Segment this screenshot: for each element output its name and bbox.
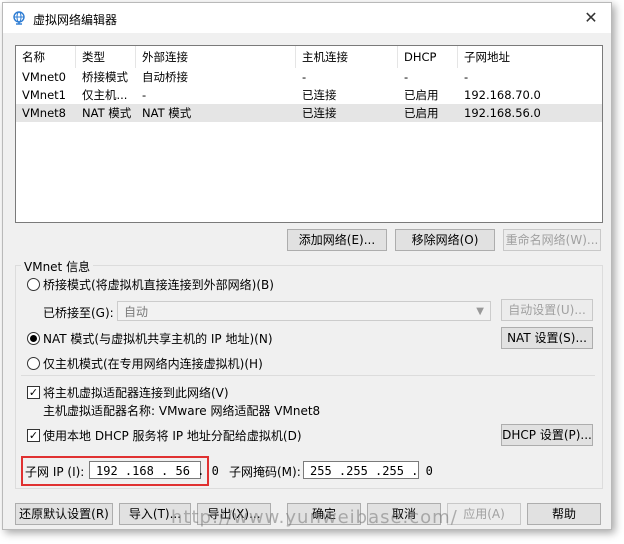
cell-subnet: - (464, 70, 469, 84)
bridged-to-select[interactable]: 自动 ▼ (117, 301, 491, 321)
list-header: 名称 类型 外部连接 主机连接 DHCP 子网地址 (16, 46, 602, 68)
virtual-network-editor-window: 虚拟网络编辑器 ✕ 名称 类型 外部连接 主机连接 DHCP 子网地址 VMne… (2, 2, 612, 530)
cell-external: 自动桥接 (142, 70, 188, 84)
subnet-ip-label: 子网 IP (I): (25, 465, 85, 479)
column-header-name[interactable]: 名称 (16, 46, 76, 68)
hostonly-radio[interactable] (27, 357, 40, 370)
subnet-mask-label: 子网掩码(M): (229, 465, 301, 479)
window-title: 虚拟网络编辑器 (33, 13, 118, 27)
nat-label[interactable]: NAT 模式(与虚拟机共享主机的 IP 地址)(N) (43, 330, 273, 347)
cell-external: - (142, 88, 147, 102)
subnet-ip-input[interactable]: 192 .168 . 56 . 0 (89, 461, 219, 479)
bridged-label[interactable]: 桥接模式(将虚拟机直接连接到外部网络)(B) (43, 276, 274, 293)
dhcp-settings-button[interactable]: DHCP 设置(P)... (501, 424, 593, 446)
cell-dhcp: 已启用 (404, 106, 439, 120)
watermark-text: http://www.yunweibase.com/ (171, 507, 458, 528)
bridged-radio[interactable] (27, 278, 40, 291)
title-bar: 虚拟网络编辑器 ✕ (3, 3, 611, 33)
cell-host: - (302, 70, 307, 84)
cell-type: NAT 模式 (82, 106, 132, 120)
column-header-subnet[interactable]: 子网地址 (458, 46, 602, 68)
vmnet-info-legend: VMnet 信息 (21, 258, 94, 275)
network-list[interactable]: 名称 类型 外部连接 主机连接 DHCP 子网地址 VMnet0 桥接模式 自动… (15, 45, 603, 223)
restore-defaults-button[interactable]: 还原默认设置(R) (15, 503, 113, 525)
cell-type: 仅主机... (82, 88, 128, 102)
bridged-to-value: 自动 (124, 305, 149, 319)
cell-subnet: 192.168.56.0 (464, 106, 541, 120)
column-header-type[interactable]: 类型 (76, 46, 136, 68)
column-header-dhcp[interactable]: DHCP (398, 46, 458, 68)
rename-network-button[interactable]: 重命名网络(W)... (503, 229, 601, 251)
cell-subnet: 192.168.70.0 (464, 88, 541, 102)
auto-settings-button[interactable]: 自动设置(U)... (501, 299, 593, 321)
column-header-external[interactable]: 外部连接 (136, 46, 296, 68)
table-row-selected[interactable]: VMnet8 NAT 模式 NAT 模式 已连接 已启用 192.168.56.… (16, 104, 602, 122)
cell-type: 桥接模式 (82, 70, 128, 84)
cell-dhcp: 已启用 (404, 88, 439, 102)
cell-name: VMnet0 (22, 70, 66, 84)
close-icon: ✕ (584, 8, 598, 27)
apply-button[interactable]: 应用(A) (447, 503, 521, 525)
add-network-button[interactable]: 添加网络(E)... (287, 229, 387, 251)
cell-host: 已连接 (302, 88, 337, 102)
network-globe-icon (13, 11, 25, 25)
bridged-to-label: 已桥接至(G): (43, 306, 114, 320)
table-row[interactable]: VMnet1 仅主机... - 已连接 已启用 192.168.70.0 (16, 86, 602, 104)
cell-dhcp: - (404, 70, 409, 84)
nat-settings-button[interactable]: NAT 设置(S)... (501, 327, 593, 349)
cell-name: VMnet1 (22, 88, 66, 102)
cell-name: VMnet8 (22, 106, 66, 120)
adapter-name-label: 主机虚拟适配器名称: VMware 网络适配器 VMnet8 (43, 404, 321, 418)
cell-host: 已连接 (302, 106, 337, 120)
cell-external: NAT 模式 (142, 106, 192, 120)
dhcp-checkbox[interactable]: ✓ (27, 429, 40, 442)
close-button[interactable]: ✕ (571, 3, 611, 33)
dhcp-label[interactable]: 使用本地 DHCP 服务将 IP 地址分配给虚拟机(D) (43, 427, 302, 444)
connect-adapter-checkbox[interactable]: ✓ (27, 386, 40, 399)
connect-adapter-label[interactable]: 将主机虚拟适配器连接到此网络(V) (43, 384, 229, 401)
subnet-mask-input[interactable]: 255 .255 .255 . 0 (303, 461, 433, 479)
divider (21, 375, 595, 376)
column-header-host[interactable]: 主机连接 (296, 46, 398, 68)
nat-radio[interactable] (27, 332, 40, 345)
hostonly-label[interactable]: 仅主机模式(在专用网络内连接虚拟机)(H) (43, 355, 263, 372)
remove-network-button[interactable]: 移除网络(O) (395, 229, 495, 251)
table-row[interactable]: VMnet0 桥接模式 自动桥接 - - - (16, 68, 602, 86)
chevron-down-icon: ▼ (476, 306, 484, 317)
help-button[interactable]: 帮助 (527, 503, 601, 525)
